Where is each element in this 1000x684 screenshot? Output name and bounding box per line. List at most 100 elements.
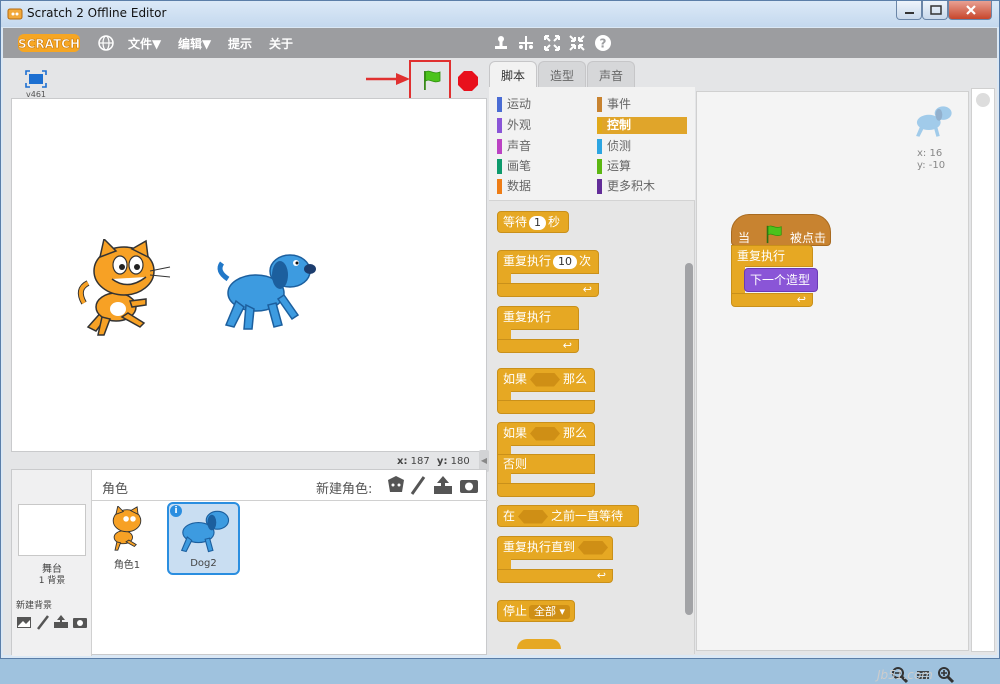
- category-more-blocks[interactable]: 更多积木: [597, 178, 687, 195]
- category-sensing[interactable]: 侦测: [597, 138, 687, 155]
- stage-thumbnail[interactable]: [18, 504, 86, 556]
- dog-sprite[interactable]: [214, 249, 318, 335]
- green-flag-icon: [766, 225, 782, 244]
- tab-scripts[interactable]: 脚本: [489, 61, 538, 90]
- camera-sprite-icon[interactable]: [460, 480, 478, 493]
- tab-costumes[interactable]: 造型: [538, 61, 587, 88]
- sprite-library-icon[interactable]: [388, 476, 404, 492]
- upload-sprite-icon[interactable]: [434, 476, 452, 494]
- new-backdrop-label: 新建背景: [16, 601, 53, 611]
- sprite-panel: 舞台 1 背景 新建背景 角色 新建角色: 角色1 i Dog2: [11, 469, 488, 656]
- upload-icon[interactable]: [54, 615, 68, 628]
- category-operators[interactable]: 运算: [597, 158, 687, 175]
- sprite-x-readout: x: 16: [917, 148, 943, 159]
- block-stop[interactable]: 停止 全部 ▾: [497, 600, 575, 622]
- svg-text:SCRATCH: SCRATCH: [18, 37, 80, 51]
- camera-icon[interactable]: [73, 618, 87, 628]
- category-swatch: [497, 139, 502, 154]
- maximize-button[interactable]: [922, 1, 948, 20]
- sprite-name: 角色1: [113, 560, 141, 571]
- backdrop-count: 1 背景: [38, 576, 66, 586]
- stage-thumbnail-column: 舞台 1 背景 新建背景: [12, 470, 92, 656]
- editor-tabs: 脚本 造型 声音: [487, 61, 647, 90]
- block-partial: [517, 639, 561, 649]
- new-backdrop-tools: [17, 615, 87, 630]
- close-icon: [966, 5, 976, 15]
- paint-new-sprite-icon[interactable]: [410, 476, 426, 495]
- new-sprite-tools: [388, 476, 478, 495]
- category-swatch: [597, 139, 602, 154]
- stage-header: v461: [11, 60, 487, 102]
- palette-scrollbar[interactable]: [685, 263, 693, 615]
- new-sprite-label: 新建角色:: [316, 482, 373, 497]
- loop-arm: [731, 266, 745, 294]
- grow-icon[interactable]: [543, 34, 561, 52]
- menu-edit[interactable]: 编辑▼: [178, 35, 211, 52]
- block-forever[interactable]: 重复执行 ↩: [497, 306, 579, 354]
- category-data[interactable]: 数据: [497, 178, 587, 195]
- block-if-then[interactable]: 如果 那么: [497, 368, 595, 414]
- paint-brush-icon[interactable]: [37, 615, 49, 630]
- category-swatch: [597, 118, 602, 133]
- stop-sign-icon[interactable]: [457, 70, 479, 92]
- sprite-thumb-cat[interactable]: 角色1: [92, 504, 162, 574]
- category-swatch: [497, 179, 502, 194]
- duplicate-stamp-icon[interactable]: [492, 34, 510, 52]
- current-sprite-preview: [916, 106, 952, 137]
- category-sound[interactable]: 声音: [497, 138, 587, 155]
- window-title: Scratch 2 Offline Editor: [27, 6, 167, 20]
- category-control[interactable]: 控制: [597, 117, 687, 134]
- menu-bar: SCRATCH 文件▼ 编辑▼ 提示 关于 ?: [3, 28, 997, 58]
- loop-bottom: ↩: [731, 293, 813, 307]
- presentation-mode-icon[interactable]: [25, 70, 47, 88]
- else-label: 否则: [497, 454, 595, 474]
- block-repeat-until[interactable]: 重复执行直到 ↩: [497, 536, 613, 584]
- menu-tips[interactable]: 提示: [228, 35, 252, 52]
- scroll-thumb[interactable]: [976, 93, 990, 107]
- shrink-icon[interactable]: [568, 34, 586, 52]
- close-button[interactable]: [948, 1, 992, 20]
- category-events[interactable]: 事件: [597, 96, 687, 113]
- sprite-name: Dog2: [190, 558, 217, 569]
- next-costume-block[interactable]: 下一个造型: [744, 268, 818, 292]
- minimize-button[interactable]: [896, 1, 922, 20]
- category-swatch: [497, 118, 502, 133]
- scratch-logo: SCRATCH: [18, 34, 80, 52]
- app-window: Scratch 2 Offline Editor SCRATCH 文件▼ 编辑▼…: [0, 0, 1000, 684]
- app-icon: [7, 8, 23, 20]
- green-flag-icon[interactable]: [421, 69, 443, 91]
- block-wait-seconds[interactable]: 等待 1 秒: [497, 211, 569, 233]
- cut-scissors-icon[interactable]: [517, 34, 535, 52]
- sprite-thumb-dog-selected[interactable]: i Dog2: [167, 502, 240, 575]
- sprite-panel-divider: [92, 500, 488, 501]
- dog-thumbnail: [180, 510, 230, 553]
- category-selector: 运动 外观 声音 画笔 数据 事件 控制 侦测 运算 更多积木: [489, 87, 695, 201]
- help-icon[interactable]: ?: [594, 34, 612, 52]
- cat-sprite[interactable]: [74, 239, 174, 339]
- category-motion[interactable]: 运动: [497, 96, 587, 113]
- annotation-arrow: [366, 73, 410, 85]
- category-looks[interactable]: 外观: [497, 117, 587, 134]
- menu-about[interactable]: 关于: [269, 35, 293, 52]
- maximize-icon: [930, 5, 942, 15]
- sprite-y-readout: y: -10: [917, 160, 946, 171]
- block-if-else[interactable]: 如果 那么 否则: [497, 422, 595, 500]
- scripts-vertical-scrollbar[interactable]: [971, 88, 995, 652]
- backdrop-library-icon[interactable]: [17, 617, 31, 628]
- scripts-area[interactable]: x: 16 y: -10 当 被点击 重复执行 ↩ 下一个造型 Jb51.com: [696, 91, 969, 684]
- block-palette: 运动 外观 声音 画笔 数据 事件 控制 侦测 运算 更多积木 等待 1 秒 重复执…: [489, 87, 695, 654]
- watermark: Jb51.com: [877, 668, 933, 682]
- block-repeat-times[interactable]: 重复执行 10 次 ↩: [497, 250, 599, 298]
- zoom-in-icon[interactable]: [937, 666, 955, 684]
- stage-canvas[interactable]: [11, 98, 487, 452]
- category-pen[interactable]: 画笔: [497, 158, 587, 175]
- when-flag-clicked-block[interactable]: 当 被点击: [731, 214, 831, 246]
- sprites-title: 角色: [102, 482, 129, 497]
- language-globe-icon[interactable]: [97, 34, 115, 52]
- stage-mouse-coordinates: x: 187 y: 180: [397, 456, 470, 467]
- cat-thumbnail: [112, 506, 142, 551]
- menu-file[interactable]: 文件▼: [128, 35, 161, 52]
- tab-sounds[interactable]: 声音: [587, 61, 636, 88]
- block-wait-until[interactable]: 在之前一直等待: [497, 505, 639, 527]
- category-swatch: [597, 97, 602, 112]
